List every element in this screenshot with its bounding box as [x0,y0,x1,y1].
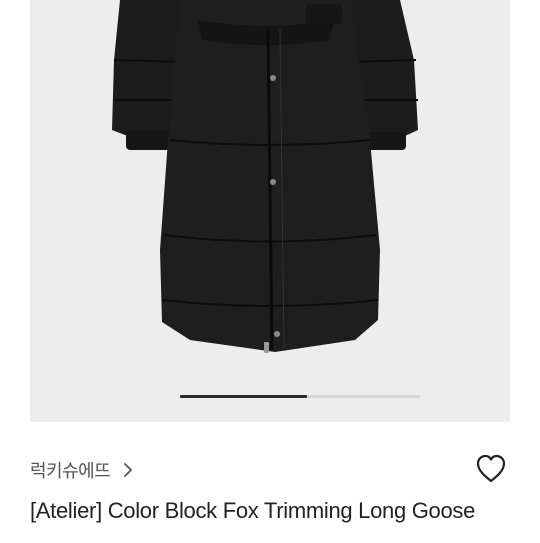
brand-row: 럭키슈에뜨 [30,452,510,488]
product-image-gallery[interactable] [30,0,510,422]
product-title: [Atelier] Color Block Fox Trimming Long … [30,498,476,523]
chevron-right-icon [122,462,134,478]
brand-link[interactable]: 럭키슈에뜨 [30,456,134,484]
subtitle-overflow [30,533,330,543]
product-image [112,0,418,353]
wishlist-button[interactable] [474,452,508,486]
brand-name: 럭키슈에뜨 [30,461,111,482]
indicator-active-segment [180,395,308,398]
heart-outline-icon [474,454,508,490]
gallery-page-indicator [180,395,420,398]
